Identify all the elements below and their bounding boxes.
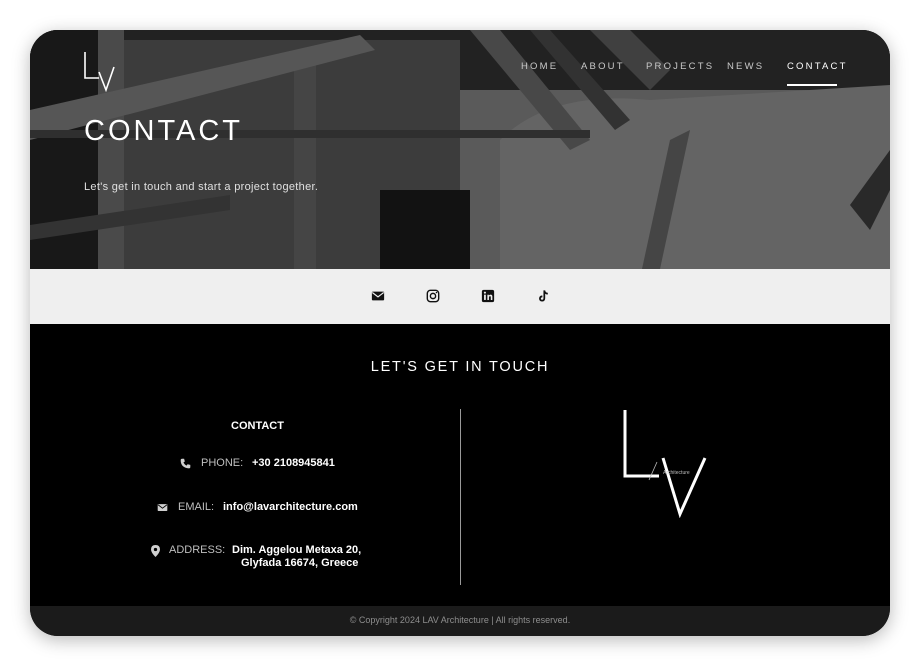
map-pin-icon [151, 545, 160, 557]
instagram-icon[interactable] [426, 289, 440, 303]
address-line-2: Glyfada 16674, Greece [241, 557, 359, 569]
linkedin-icon[interactable] [481, 289, 495, 303]
copyright-text: © Copyright 2024 LAV Architecture | All … [349, 615, 571, 625]
phone-link[interactable]: +30 2108945841 [252, 457, 335, 469]
main-nav: HOME ABOUT PROJECTS NEWS CONTACT [30, 61, 890, 87]
footer: © Copyright 2024 LAV Architecture | All … [30, 606, 890, 636]
browser-frame: HOME ABOUT PROJECTS NEWS CONTACT CONTACT… [30, 30, 890, 636]
logo-caption: Architecture [663, 470, 690, 476]
contact-heading: CONTACT [231, 420, 284, 432]
email-link[interactable]: info@lavarchitecture.com [223, 501, 358, 513]
envelope-small-icon [157, 504, 168, 511]
nav-home[interactable]: HOME [521, 61, 558, 72]
social-bar [30, 269, 890, 324]
phone-icon [180, 458, 191, 469]
column-divider [460, 409, 461, 585]
nav-active-indicator [787, 84, 837, 86]
nav-news[interactable]: NEWS [727, 61, 764, 72]
section-heading: LET'S GET IN TOUCH [370, 359, 550, 375]
address-label: ADDRESS: [169, 544, 226, 556]
brand-logo-large: Architecture [623, 410, 707, 518]
address-line-1: Dim. Aggelou Metaxa 20, [232, 544, 362, 556]
nav-about[interactable]: ABOUT [581, 61, 625, 72]
tiktok-icon[interactable] [536, 289, 550, 303]
contact-section: LET'S GET IN TOUCH CONTACT PHONE: +30 21… [30, 324, 890, 606]
page-subtitle: Let's get in touch and start a project t… [84, 181, 319, 193]
email-label: EMAIL: [178, 501, 215, 513]
hero-section: HOME ABOUT PROJECTS NEWS CONTACT CONTACT… [30, 30, 890, 269]
phone-label: PHONE: [201, 457, 244, 469]
nav-contact[interactable]: CONTACT [787, 61, 848, 72]
nav-projects[interactable]: PROJECTS [646, 61, 714, 72]
page-title: CONTACT [84, 115, 244, 147]
envelope-icon[interactable] [371, 289, 385, 303]
